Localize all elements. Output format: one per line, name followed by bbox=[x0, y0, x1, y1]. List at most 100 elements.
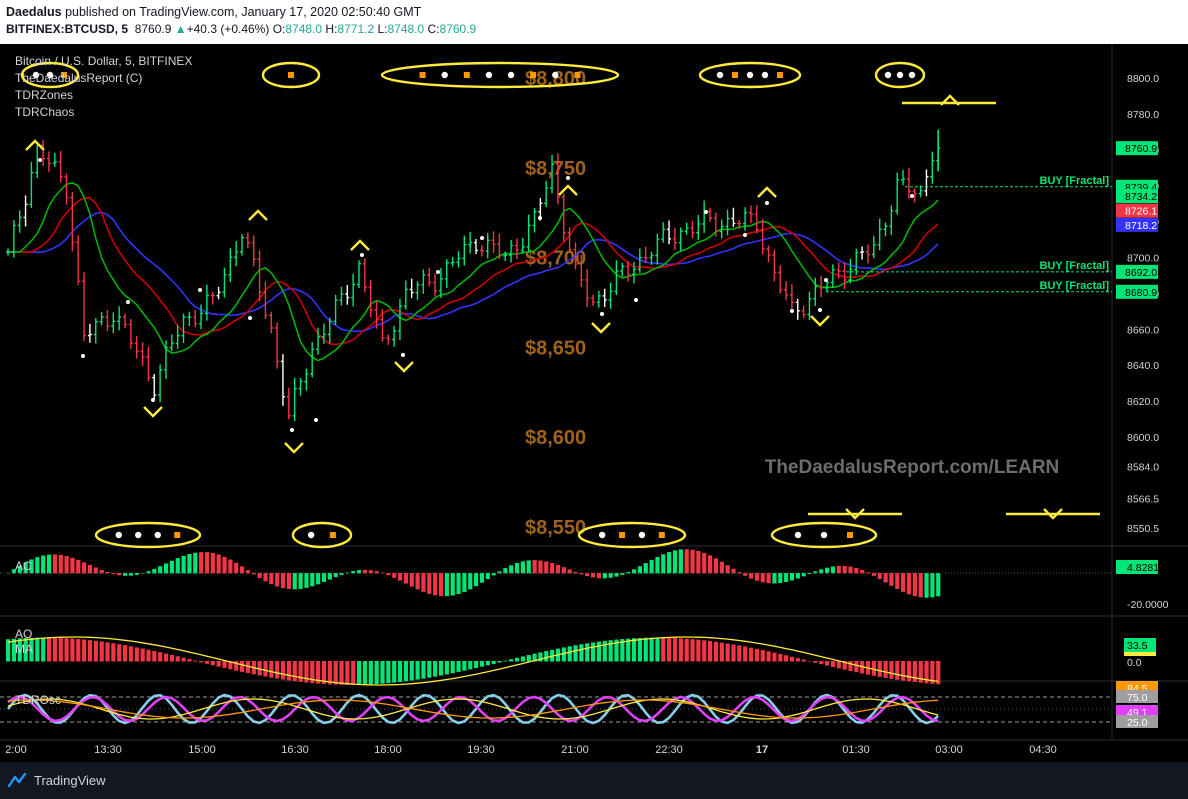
footer-brand[interactable]: TradingView bbox=[34, 773, 106, 788]
ma-pane-label[interactable]: MA bbox=[15, 642, 33, 656]
fractal-dot-icon bbox=[360, 253, 364, 257]
ac-bar bbox=[778, 573, 783, 583]
ac-bar bbox=[286, 573, 291, 590]
ac-bar bbox=[901, 573, 906, 592]
ao-bar bbox=[181, 657, 186, 662]
ao-bar bbox=[901, 661, 906, 681]
ac-bar bbox=[479, 573, 485, 583]
legend-indicator-chaos[interactable]: TDRChaos bbox=[15, 105, 74, 119]
ao-pane-label[interactable]: AO bbox=[15, 627, 32, 641]
ac-bar bbox=[807, 573, 812, 575]
ao-bar bbox=[158, 652, 163, 662]
tradingview-logo-icon[interactable] bbox=[8, 772, 28, 788]
price-axis-tick: 8600.0 bbox=[1127, 432, 1159, 444]
ac-bar bbox=[386, 573, 391, 576]
ao-bar bbox=[286, 661, 291, 681]
ac-bar bbox=[865, 572, 871, 574]
ac-bar bbox=[906, 573, 912, 595]
ao-bar bbox=[912, 661, 917, 683]
ac-bar bbox=[702, 552, 707, 574]
ao-bar bbox=[789, 656, 795, 662]
ao-bar bbox=[392, 661, 397, 683]
symbol-label[interactable]: BITFINEX:BTCUSD, 5 bbox=[6, 22, 128, 36]
watermark-text: TheDaedalusReport.com/LEARN bbox=[765, 457, 1060, 478]
legend-title[interactable]: Bitcoin / U.S. Dollar, 5, BITFINEX bbox=[15, 54, 192, 68]
ac-pane-label[interactable]: AC bbox=[15, 559, 32, 573]
ao-bar bbox=[836, 661, 841, 669]
ac-bar bbox=[210, 553, 215, 574]
ao-bar bbox=[795, 658, 800, 662]
fractal-dot-icon bbox=[538, 216, 542, 220]
ao-bar bbox=[46, 637, 52, 662]
ac-bar bbox=[99, 569, 104, 574]
fractal-buy-label: BUY [Fractal] bbox=[1040, 280, 1110, 292]
ac-bar bbox=[316, 573, 321, 585]
ac-bar bbox=[87, 564, 93, 574]
signal-dot-icon bbox=[716, 71, 724, 79]
ac-bar bbox=[690, 549, 695, 574]
ac-bar bbox=[801, 573, 806, 577]
ac-bar bbox=[70, 557, 75, 574]
ao-bar bbox=[421, 661, 426, 679]
ac-bar bbox=[836, 565, 841, 574]
ac-bar bbox=[936, 573, 941, 597]
ac-bar bbox=[310, 573, 315, 587]
signal-dot-icon bbox=[485, 71, 493, 79]
ac-bar bbox=[924, 573, 929, 598]
ac-bar bbox=[655, 556, 660, 574]
ac-bar bbox=[620, 573, 625, 575]
chart-area[interactable]: $8,800$8,750$8,700$8,650$8,600$8,550 The… bbox=[0, 44, 1188, 762]
ao-bar bbox=[175, 656, 180, 662]
ao-bar bbox=[678, 638, 683, 662]
ao-bar bbox=[468, 661, 473, 670]
ao-bar bbox=[655, 637, 660, 662]
ao-bar bbox=[82, 639, 87, 662]
price-axis-tick: 8780.0 bbox=[1127, 109, 1159, 121]
ao-bar bbox=[93, 640, 98, 662]
ac-bar bbox=[789, 573, 795, 581]
ac-bar bbox=[93, 567, 98, 574]
fractal-dot-icon bbox=[151, 398, 155, 402]
ao-bar bbox=[596, 641, 602, 662]
ao-bar bbox=[819, 661, 824, 665]
signal-square-icon bbox=[288, 72, 294, 78]
fractal-dot-icon bbox=[248, 316, 252, 320]
signal-square-icon bbox=[329, 532, 336, 538]
high-label: H: bbox=[325, 22, 338, 36]
price-axis-tick: 8566.5 bbox=[1127, 494, 1159, 506]
legend-indicator-zones[interactable]: TDRZones bbox=[15, 88, 73, 102]
ac-bar bbox=[456, 573, 461, 595]
ao-bar bbox=[456, 661, 461, 672]
publisher-name[interactable]: Daedalus bbox=[6, 5, 62, 19]
ac-bar bbox=[105, 571, 110, 574]
fractal-dot-icon bbox=[436, 270, 440, 274]
ao-bar bbox=[491, 661, 496, 664]
ac-bar bbox=[930, 573, 935, 598]
ac-bar bbox=[743, 573, 748, 576]
price-badge-text: 8680.9 bbox=[1125, 287, 1157, 299]
ao-bar bbox=[210, 661, 215, 666]
ao-bar bbox=[128, 646, 134, 662]
ac-bar bbox=[631, 569, 637, 574]
ac-bar bbox=[468, 573, 473, 590]
ao-bar bbox=[766, 651, 771, 662]
ac-bar bbox=[169, 560, 174, 574]
fractal-dot-icon bbox=[765, 201, 769, 205]
footer-bar: TradingView bbox=[0, 762, 1188, 799]
ao-bar bbox=[427, 661, 432, 678]
ao-bar bbox=[579, 644, 584, 662]
ao-bar bbox=[514, 657, 520, 662]
ac-bar bbox=[52, 554, 57, 574]
legend-indicator-daedalus[interactable]: TheDaedalusReport (C) bbox=[15, 71, 142, 85]
ao-bar bbox=[362, 661, 368, 685]
price-axis-tick: 8700.0 bbox=[1127, 253, 1159, 265]
price-axis-tick: 8640.0 bbox=[1127, 360, 1159, 372]
ac-bar bbox=[327, 573, 332, 580]
ao-bar bbox=[415, 661, 420, 680]
price-axis-tick: 8620.0 bbox=[1127, 396, 1159, 408]
ao-bar bbox=[772, 652, 777, 662]
ac-bar bbox=[392, 573, 397, 578]
time-axis-tick: 18:00 bbox=[374, 744, 402, 756]
ao-bar bbox=[134, 647, 139, 662]
tdrosc-pane-label[interactable]: TDROsc bbox=[15, 693, 61, 707]
